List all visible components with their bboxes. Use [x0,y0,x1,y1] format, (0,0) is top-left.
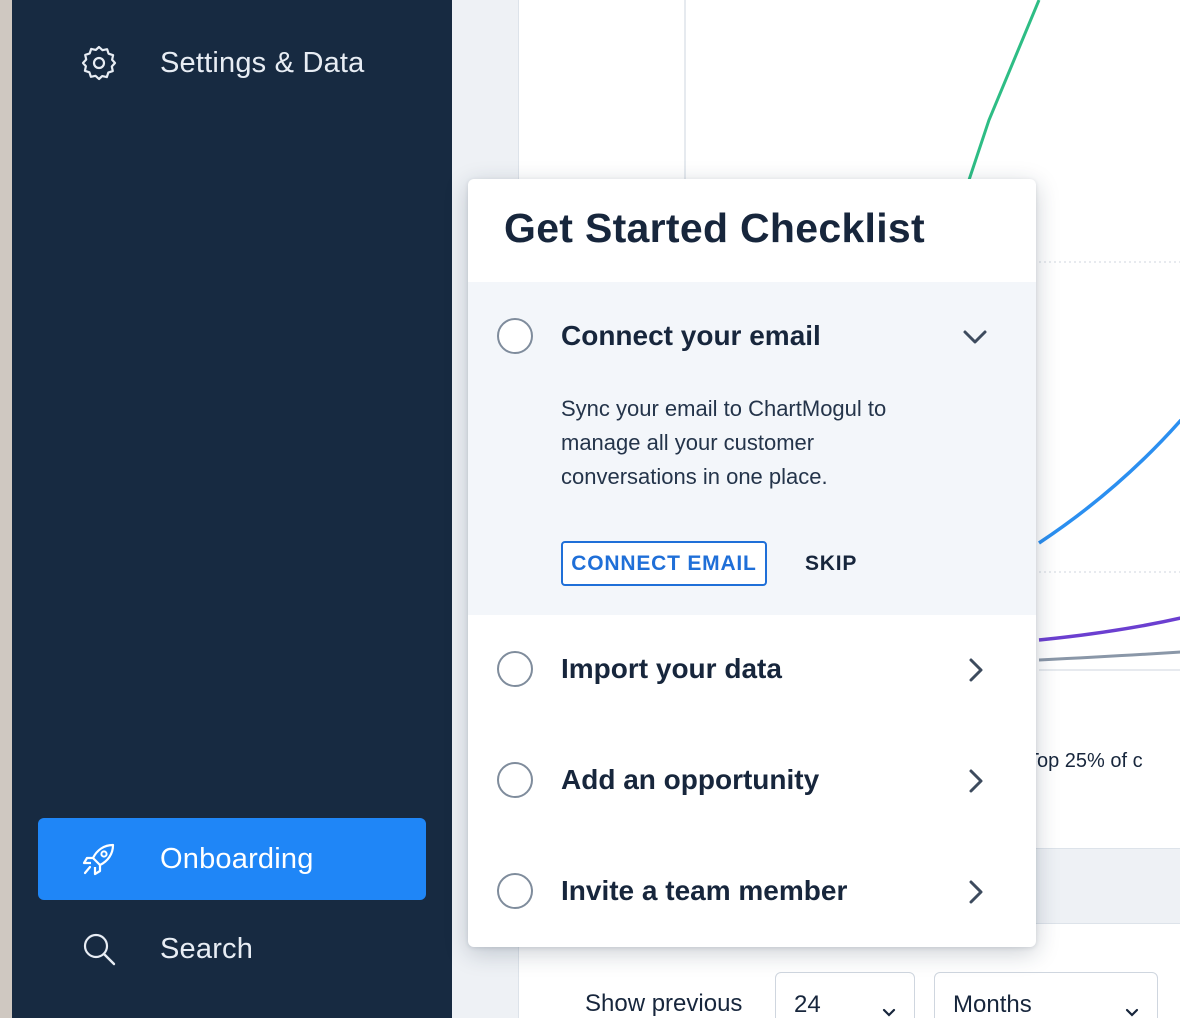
gear-icon [80,44,118,82]
chart-legend-item[interactable]: Top 25% of c [1027,750,1143,773]
select-value: Months [953,991,1032,1018]
checkbox-circle[interactable] [497,762,533,798]
checkbox-circle[interactable] [497,873,533,909]
checkbox-circle[interactable] [497,651,533,687]
sidebar-item-settings-data[interactable]: Settings & Data [38,22,426,104]
period-unit-select[interactable]: Months [934,972,1158,1018]
checklist-item-title: Import your data [561,653,782,684]
sidebar-item-search[interactable]: Search [38,908,426,990]
show-previous-label: Show previous [585,990,743,1017]
period-count-select[interactable]: 24 [775,972,915,1018]
chevron-right-icon[interactable] [962,879,988,905]
sidebar-item-label: Settings & Data [160,46,365,79]
chevron-right-icon[interactable] [962,657,988,683]
search-icon [80,930,118,968]
checklist-item-add-opportunity[interactable]: Add an opportunity [468,726,1036,837]
sidebar-item-label: Search [160,932,254,965]
select-value: 24 [794,991,821,1018]
chart-series-blue [1038,418,1180,545]
chart-series-gray [1038,650,1180,662]
checklist-item-description: Sync your email to ChartMogul to manage … [561,396,887,489]
chevron-down-icon [882,997,896,1018]
checklist-item-expanded: Connect your email Sync your email to Ch… [468,282,1036,615]
checklist-title: Get Started Checklist [504,205,925,251]
checklist-item-title: Invite a team member [561,875,848,906]
connect-email-button[interactable]: CONNECT EMAIL [561,541,767,586]
checklist-item-title: Add an opportunity [561,764,820,795]
sidebar: Settings & Data Onboarding Search [12,0,452,1018]
checklist-item-connect-email[interactable]: Connect your email [468,282,1036,392]
checkbox-circle[interactable] [497,318,533,354]
chevron-down-icon [1125,997,1139,1018]
skip-button[interactable]: SKIP [805,552,857,576]
get-started-checklist-popup: Get Started Checklist Connect your email… [468,179,1036,947]
desktop-edge [0,0,12,1018]
chart-series-purple [1038,616,1180,642]
sidebar-item-onboarding[interactable]: Onboarding [38,818,426,900]
chart-series-green [967,0,1041,181]
checklist-item-title: Connect your email [561,320,821,351]
rocket-icon [80,840,118,878]
checklist-item-invite-team-member[interactable]: Invite a team member [468,837,1036,947]
chevron-down-icon[interactable] [962,324,988,350]
sidebar-item-label: Onboarding [160,842,314,875]
chevron-right-icon[interactable] [962,768,988,794]
checklist-item-import-data[interactable]: Import your data [468,615,1036,726]
